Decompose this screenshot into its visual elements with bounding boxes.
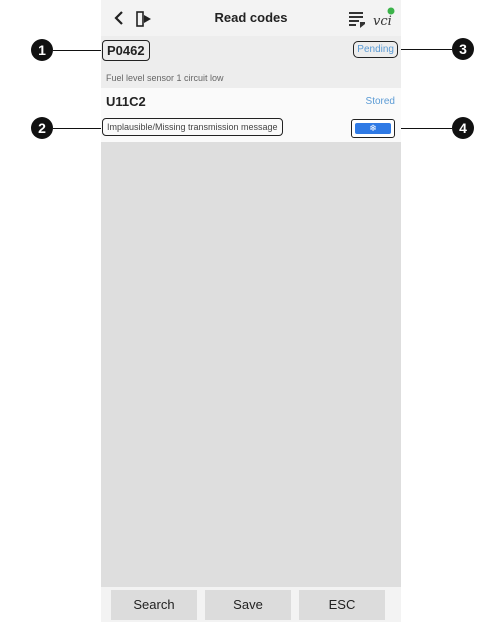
bottom-bar: Search Save ESC <box>101 587 401 622</box>
save-button[interactable]: Save <box>205 590 291 620</box>
vci-icon[interactable]: vci <box>372 6 396 30</box>
dtc-row-2[interactable]: U11C2 Stored <box>101 88 401 114</box>
callout-1: 1 <box>31 39 53 61</box>
search-button[interactable]: Search <box>111 590 197 620</box>
dtc-status-1: Pending <box>353 41 398 58</box>
dtc-description-2: Implausible/Missing transmission message <box>102 118 283 136</box>
callout-1-line <box>53 50 105 51</box>
callout-4: 4 <box>452 117 474 139</box>
dtc-desc-row-1: Fuel level sensor 1 circuit low <box>101 68 401 88</box>
callout-4-line <box>397 128 452 129</box>
dtc-status-2: Stored <box>365 96 395 107</box>
callout-3: 3 <box>452 38 474 60</box>
dtc-code-1: P0462 <box>102 40 150 61</box>
dtc-row-1[interactable]: P0462 Pending <box>101 36 401 72</box>
freeze-frame-button[interactable]: ❄ <box>351 119 395 138</box>
dtc-description-1: Fuel level sensor 1 circuit low <box>106 73 224 83</box>
callout-2: 2 <box>31 117 53 139</box>
phone-screen: Read codes vci P0462 Pending Fuel level … <box>101 0 401 622</box>
callout-2-line <box>53 128 105 129</box>
dtc-desc-row-2: Implausible/Missing transmission message… <box>101 114 401 142</box>
snowflake-icon: ❄ <box>355 123 391 134</box>
top-bar: Read codes vci <box>101 0 401 36</box>
svg-text:vci: vci <box>373 14 392 29</box>
dtc-code-2: U11C2 <box>106 94 146 109</box>
callout-3-line <box>397 49 452 50</box>
esc-button[interactable]: ESC <box>299 590 385 620</box>
report-icon[interactable] <box>347 9 367 29</box>
